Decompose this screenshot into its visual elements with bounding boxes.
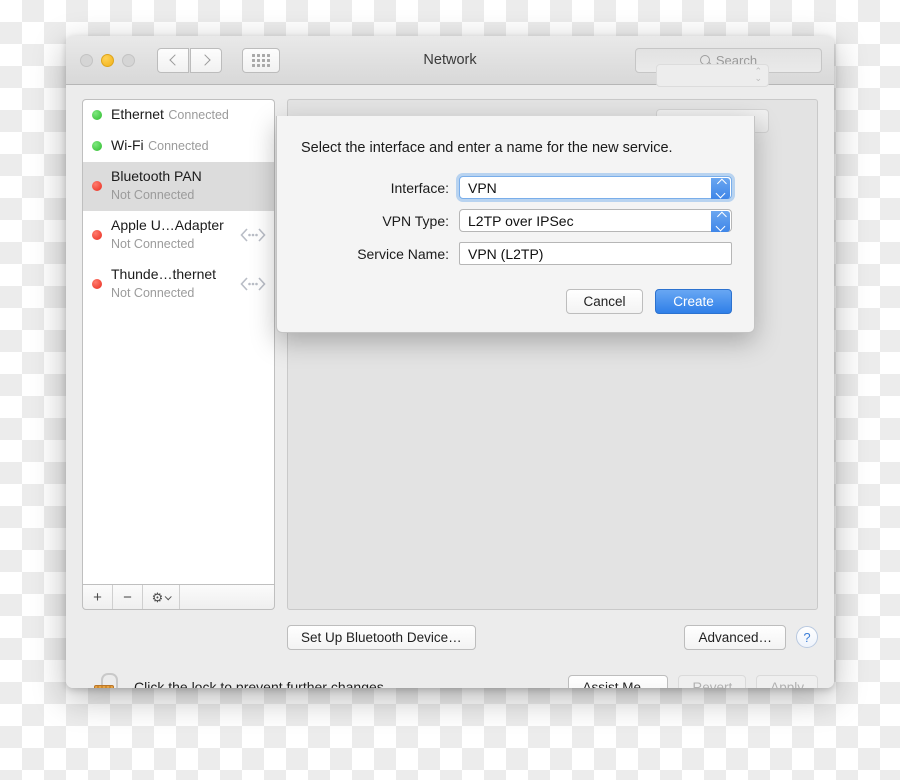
interface-popup-button[interactable]: VPN	[459, 176, 732, 199]
stepper-arrows-icon	[711, 178, 730, 199]
service-actions-button[interactable]: ⚙	[143, 585, 180, 609]
lock-row: Click the lock to prevent further change…	[82, 672, 818, 688]
stepper-arrows-icon	[711, 211, 730, 232]
status-dot-icon	[92, 141, 102, 151]
chevron-down-icon	[164, 592, 173, 600]
service-status: Connected	[168, 108, 229, 122]
pane-actions-row: Set Up Bluetooth Device… Advanced… ?	[82, 624, 818, 650]
service-list[interactable]: Ethernet Connected Wi-Fi Connected Bluet…	[82, 99, 275, 584]
create-button[interactable]: Create	[655, 289, 732, 314]
stepper-arrows-icon: ⌃ ⌄	[754, 66, 762, 83]
service-status: Not Connected	[111, 237, 195, 251]
service-status: Not Connected	[111, 286, 195, 300]
service-name: Ethernet	[111, 106, 164, 122]
chevron-left-icon	[168, 54, 181, 66]
minimize-button[interactable]	[101, 53, 114, 67]
lock-message: Click the lock to prevent further change…	[134, 679, 388, 688]
cancel-button[interactable]: Cancel	[566, 289, 643, 314]
service-name: Bluetooth PAN	[111, 168, 202, 184]
service-row-bluetooth-pan[interactable]: Bluetooth PAN Not Connected	[83, 162, 274, 211]
forward-button[interactable]	[190, 47, 222, 73]
vpn-type-popup-button[interactable]: L2TP over IPSec	[459, 209, 732, 232]
remove-service-button[interactable]: −	[113, 585, 143, 609]
service-name-input[interactable]: VPN (L2TP)	[459, 242, 732, 265]
show-all-button[interactable]	[242, 47, 280, 73]
obscured-popup-button[interactable]: ⌃ ⌄	[656, 64, 769, 87]
close-button[interactable]	[80, 53, 93, 67]
grid-icon	[252, 53, 270, 67]
revert-button: Revert	[678, 674, 747, 688]
add-service-button[interactable]: +	[83, 585, 113, 609]
status-dot-icon	[92, 279, 102, 289]
zoom-button[interactable]	[122, 53, 135, 67]
service-status: Not Connected	[111, 188, 195, 202]
inactive-interface-icon	[240, 277, 266, 291]
service-list-toolbar: + − ⚙	[82, 584, 275, 610]
service-row-ethernet[interactable]: Ethernet Connected	[83, 100, 274, 131]
status-dot-icon	[92, 110, 102, 120]
sheet-instruction-text: Select the interface and enter a name fo…	[301, 140, 673, 156]
service-name: Apple U…Adapter	[111, 217, 224, 233]
lock-open-icon[interactable]	[94, 673, 120, 688]
navigation-buttons	[157, 47, 222, 73]
apply-button: Apply	[756, 674, 818, 688]
sheet-actions: Cancel Create	[299, 289, 732, 314]
network-preferences-window: Network Search Ethernet Connected Wi-Fi …	[66, 36, 834, 688]
assist-me-button[interactable]: Assist Me…	[568, 674, 669, 688]
traffic-lights	[80, 53, 135, 67]
inactive-interface-icon	[240, 228, 266, 242]
vpn-type-label: VPN Type:	[382, 212, 449, 229]
help-button[interactable]: ?	[796, 626, 818, 648]
vpn-type-row: VPN Type: L2TP over IPSec	[299, 209, 732, 232]
service-name-row: Service Name: VPN (L2TP)	[299, 242, 732, 265]
service-row-thunderbolt-ethernet[interactable]: Thunde…thernet Not Connected	[83, 260, 274, 309]
status-dot-icon	[92, 230, 102, 240]
status-dot-icon	[92, 181, 102, 191]
new-service-sheet: Select the interface and enter a name fo…	[276, 116, 755, 333]
service-name: Thunde…thernet	[111, 266, 217, 282]
setup-bluetooth-device-button[interactable]: Set Up Bluetooth Device…	[287, 624, 476, 650]
service-sidebar: Ethernet Connected Wi-Fi Connected Bluet…	[82, 99, 275, 610]
gear-icon: ⚙	[151, 589, 164, 605]
service-row-wifi[interactable]: Wi-Fi Connected	[83, 131, 274, 162]
service-status: Connected	[148, 139, 209, 153]
interface-label: Interface:	[390, 179, 449, 196]
chevron-right-icon	[198, 54, 211, 66]
service-name-label: Service Name:	[357, 245, 449, 262]
advanced-button[interactable]: Advanced…	[684, 624, 786, 650]
service-row-apple-usb-adapter[interactable]: Apple U…Adapter Not Connected	[83, 211, 274, 260]
interface-value: VPN	[468, 179, 497, 196]
interface-row: Interface: VPN	[299, 176, 732, 199]
vpn-type-value: L2TP over IPSec	[468, 212, 574, 229]
back-button[interactable]	[157, 47, 189, 73]
service-name: Wi-Fi	[111, 137, 144, 153]
